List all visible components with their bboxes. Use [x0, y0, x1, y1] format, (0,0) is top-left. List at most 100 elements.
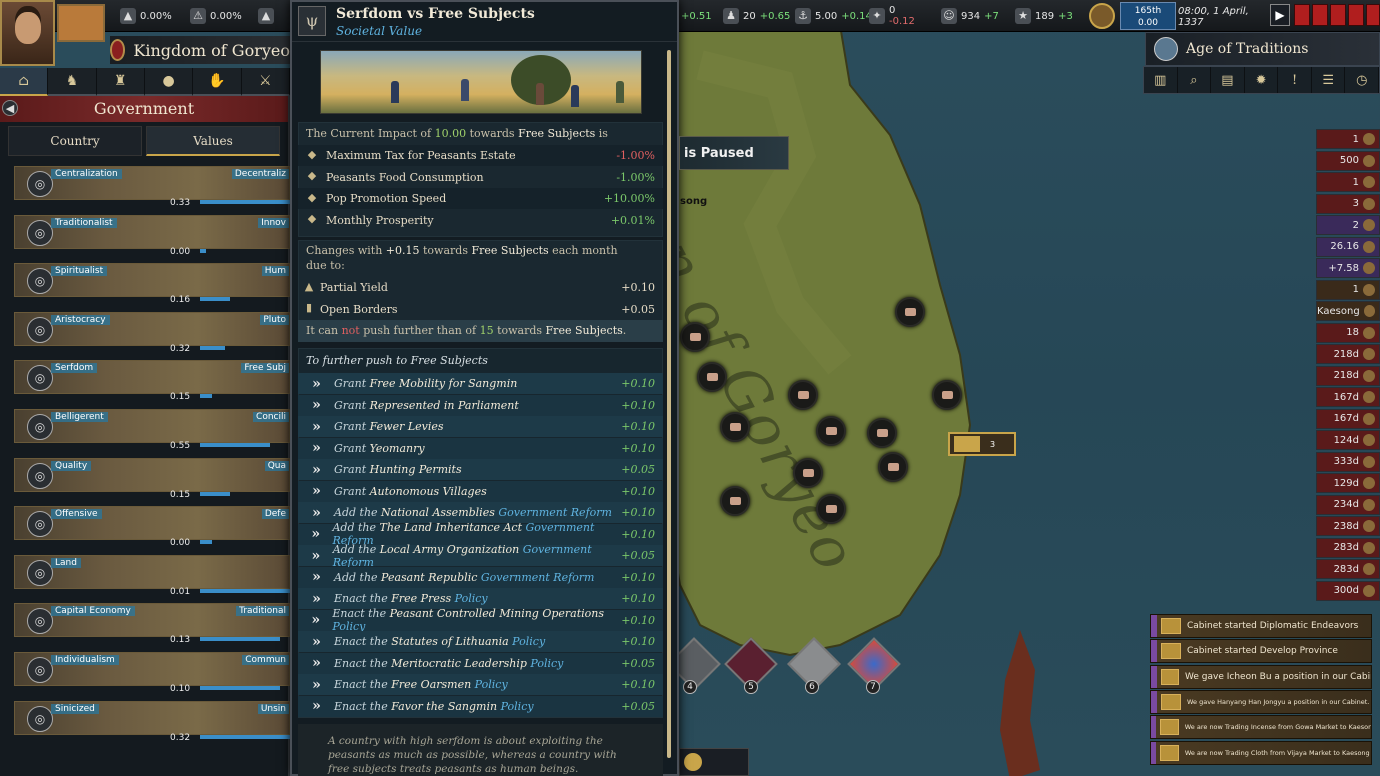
- speed-level-4[interactable]: [1348, 4, 1364, 26]
- value-row[interactable]: ◎ Quality Qua 0.15: [10, 457, 290, 502]
- alert-cell[interactable]: 3: [1316, 193, 1380, 214]
- province-icon[interactable]: [816, 494, 846, 524]
- alert-cell[interactable]: 500: [1316, 150, 1380, 171]
- province-icon[interactable]: [816, 416, 846, 446]
- value-row[interactable]: ◎ Centralization Decentraliz 0.33: [10, 166, 310, 210]
- alert-cell[interactable]: 218d: [1316, 365, 1380, 386]
- push-action-row[interactable]: » Enact the Free Oarsmen Policy +0.10: [298, 674, 663, 695]
- speed-level-2[interactable]: [1312, 4, 1328, 26]
- push-action-row[interactable]: » Enact the Free Press Policy +0.10: [298, 588, 663, 609]
- manpower-stat[interactable]: ♟ 20 +0.65: [723, 4, 790, 28]
- army-unit[interactable]: 3: [948, 432, 1016, 456]
- nav-economy-tab[interactable]: ●: [144, 68, 194, 96]
- notification-item[interactable]: We are now Trading Incense from Gowa Mar…: [1150, 715, 1372, 740]
- alert-cell[interactable]: 300d: [1316, 580, 1380, 601]
- nav-government-tab[interactable]: ⌂: [0, 68, 49, 96]
- gold-stat[interactable]: +0.51: [681, 4, 712, 28]
- nav-military-tab[interactable]: ♞: [48, 68, 97, 96]
- ledger-button[interactable]: [679, 748, 749, 776]
- alert-cell[interactable]: 333d: [1316, 451, 1380, 472]
- nav-buildings-tab[interactable]: ♜: [96, 68, 145, 96]
- nav-war-tab[interactable]: ⚔: [241, 68, 290, 96]
- province-icon[interactable]: [788, 380, 818, 410]
- value-row[interactable]: ◎ Belligerent Concili 0.55: [10, 409, 290, 453]
- alert-cell[interactable]: 283d: [1316, 559, 1380, 579]
- speed-level-3[interactable]: [1330, 4, 1346, 26]
- value-row[interactable]: ◎ Offensive Defe 0.00: [10, 506, 290, 550]
- ledger-icon[interactable]: ▤: [1211, 67, 1245, 93]
- province-icon[interactable]: [697, 362, 727, 392]
- speed-level-1[interactable]: [1294, 4, 1310, 26]
- notification-item[interactable]: We gave Icheon Bu a position in our Cabi…: [1150, 664, 1372, 689]
- tab-country[interactable]: Country: [8, 126, 142, 156]
- search-icon[interactable]: ⌕: [1178, 67, 1212, 93]
- tooltip-scrollbar[interactable]: [667, 50, 671, 758]
- prestige-stat[interactable]: ★ 189 +3: [1015, 4, 1073, 28]
- province-icon[interactable]: [793, 458, 823, 488]
- value-row[interactable]: ◎ Serfdom Free Subj 0.15: [10, 360, 290, 404]
- province-icon[interactable]: [680, 322, 710, 352]
- value-row[interactable]: ◎ Capital Economy Traditional 0.13: [10, 603, 290, 647]
- alert-cell[interactable]: 18: [1316, 322, 1380, 343]
- push-action-row[interactable]: » Add the Local Army Organization Governm…: [298, 543, 663, 569]
- value-row[interactable]: ◎ Land 0.01: [10, 554, 300, 599]
- crown-stat[interactable]: ▲: [258, 4, 274, 28]
- estate-stat[interactable]: ▲ 0.00%: [120, 4, 172, 28]
- tab-values[interactable]: Values: [146, 126, 280, 156]
- notification-item[interactable]: We gave Hanyang Han Jongyu a position in…: [1150, 689, 1372, 714]
- push-action-row[interactable]: » Grant Yeomanry +0.10: [298, 437, 663, 459]
- province-icon[interactable]: [895, 297, 925, 327]
- value-row[interactable]: ◎ Sinicized Unsin 0.32: [10, 700, 300, 745]
- settings-icon[interactable]: ✹: [1245, 67, 1279, 93]
- notification-item[interactable]: Cabinet started Diplomatic Endeavors: [1150, 614, 1372, 638]
- province-icon[interactable]: [878, 452, 908, 482]
- ruler-portrait[interactable]: [0, 0, 55, 66]
- value-row[interactable]: ◎ Traditionalist Innov 0.00: [10, 214, 290, 259]
- alert-cell[interactable]: 167d: [1316, 387, 1380, 407]
- list-icon[interactable]: ☰: [1312, 67, 1346, 93]
- stats-icon[interactable]: ▥: [1144, 67, 1178, 93]
- alert-cell[interactable]: Kaesong: [1316, 301, 1380, 321]
- country-title[interactable]: Kingdom of Goryeo: [110, 36, 290, 64]
- notification-item[interactable]: We are now Trading Cloth from Vijaya Mar…: [1150, 740, 1372, 765]
- stability-stat[interactable]: ✦ 0 -0.12: [869, 4, 915, 28]
- push-action-row[interactable]: » Grant Represented in Parliament +0.10: [298, 394, 663, 416]
- province-icon[interactable]: [720, 486, 750, 516]
- alert-cell[interactable]: 2: [1316, 215, 1380, 235]
- population-stat[interactable]: ☺ 934 +7: [941, 4, 999, 28]
- alert-cell[interactable]: 1: [1316, 129, 1380, 149]
- alert-cell[interactable]: 129d: [1316, 473, 1380, 493]
- push-action-row[interactable]: » Enact the Peasant Controlled Mining Ope…: [298, 607, 663, 633]
- clock-icon[interactable]: ◷: [1345, 67, 1380, 93]
- alert-cell[interactable]: 218d: [1316, 344, 1380, 364]
- rank-box[interactable]: 165th 0.00: [1120, 2, 1176, 30]
- value-row[interactable]: ◎ Aristocracy Pluto 0.32: [10, 311, 290, 356]
- alert-cell[interactable]: 1: [1316, 279, 1380, 300]
- alert-cell[interactable]: 238d: [1316, 516, 1380, 536]
- religion-icon[interactable]: [1089, 3, 1115, 29]
- alert-cell[interactable]: 1: [1316, 172, 1380, 192]
- push-action-row[interactable]: » Add the Peasant Republic Government Ref…: [298, 566, 663, 588]
- alert-cell[interactable]: 234d: [1316, 494, 1380, 515]
- nav-diplomacy-tab[interactable]: ✋: [193, 68, 242, 96]
- province-icon[interactable]: [720, 412, 750, 442]
- push-action-row[interactable]: » Enact the Meritocratic Leadership Polic…: [298, 652, 663, 674]
- value-row[interactable]: ◎ Spiritualist Hum 0.16: [10, 263, 290, 307]
- play-button[interactable]: ▶: [1270, 4, 1290, 26]
- push-action-row[interactable]: » Grant Autonomous Villages +0.10: [298, 480, 663, 502]
- alert-cell[interactable]: 26.16: [1316, 236, 1380, 257]
- sailors-stat[interactable]: ⚓ 5.00 +0.14: [795, 4, 872, 28]
- push-action-row[interactable]: » Enact the Statutes of Lithuania Policy +…: [298, 631, 663, 652]
- country-flag[interactable]: [57, 4, 105, 42]
- back-icon[interactable]: ◀: [2, 100, 18, 116]
- value-row[interactable]: ◎ Individualism Commun 0.10: [10, 652, 290, 696]
- push-action-row[interactable]: » Grant Free Mobility for Sangmin +0.10: [298, 373, 663, 394]
- province-icon[interactable]: [867, 418, 897, 448]
- warning-stat[interactable]: ⚠ 0.00%: [190, 4, 242, 28]
- alert-cell[interactable]: 124d: [1316, 430, 1380, 450]
- push-action-row[interactable]: » Grant Fewer Levies +0.10: [298, 416, 663, 437]
- notification-item[interactable]: Cabinet started Develop Province: [1150, 639, 1372, 664]
- alert-cell[interactable]: 283d: [1316, 537, 1380, 558]
- push-action-row[interactable]: » Add the National Assemblies Government …: [298, 502, 663, 523]
- push-action-row[interactable]: » Grant Hunting Permits +0.05: [298, 459, 663, 480]
